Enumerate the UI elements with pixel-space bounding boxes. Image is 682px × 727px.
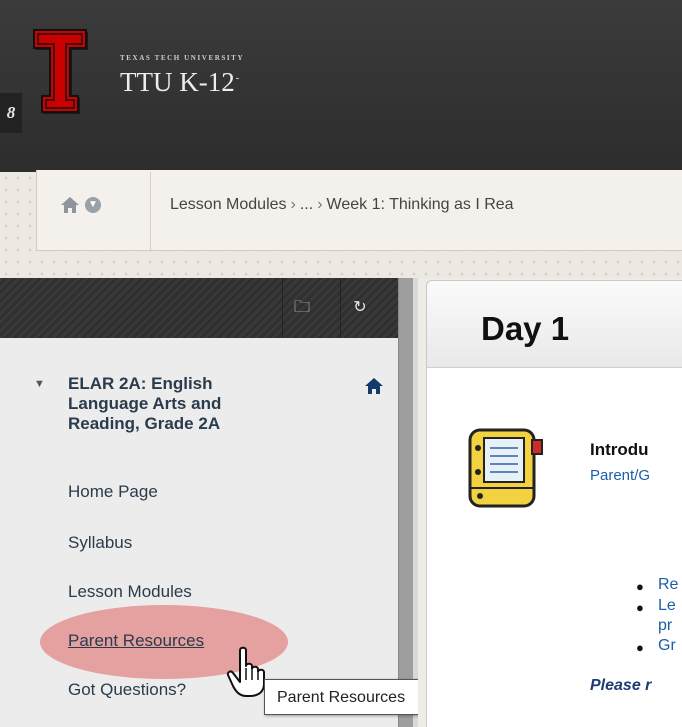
content-item-title[interactable]: Introdu bbox=[590, 440, 649, 460]
breadcrumb-item-ellipsis[interactable]: ... bbox=[300, 196, 313, 213]
quick-links-button[interactable]: 8 bbox=[0, 93, 22, 133]
bullet-text-2-cont[interactable]: pr bbox=[658, 617, 672, 635]
sidebar-toolbar bbox=[0, 278, 398, 338]
logo-university-text: TEXAS TECH UNIVERSITY bbox=[120, 54, 245, 62]
breadcrumb-item-week-1[interactable]: Week 1: Thinking as I Rea bbox=[327, 196, 514, 213]
sidebar-item-syllabus[interactable]: Syllabus bbox=[68, 533, 132, 553]
collapse-triangle-icon[interactable]: ▼ bbox=[34, 378, 45, 390]
breadcrumb-divider bbox=[150, 172, 151, 250]
manage-folder-button[interactable]: 🗀 bbox=[282, 278, 321, 338]
texas-tech-logo-icon[interactable] bbox=[30, 26, 90, 116]
refresh-icon: ↻ bbox=[353, 299, 367, 316]
logo-mark-text: - bbox=[235, 73, 240, 84]
bullet-icon: ● bbox=[636, 640, 644, 655]
bullet-text-1[interactable]: Re bbox=[658, 576, 678, 594]
logo-product-name: TTU K-12- bbox=[120, 64, 239, 97]
chevron-down-icon[interactable]: ▼ bbox=[85, 197, 101, 213]
site-header bbox=[0, 0, 682, 173]
home-icon[interactable] bbox=[60, 196, 80, 214]
sidebar-item-got-questions[interactable]: Got Questions? bbox=[68, 680, 186, 700]
breadcrumb-item-lesson-modules[interactable]: Lesson Modules bbox=[170, 196, 287, 213]
sidebar-item-home-page[interactable]: Home Page bbox=[68, 482, 158, 502]
quick-links-icon: 8 bbox=[6, 103, 16, 122]
page-title: Day 1 bbox=[481, 310, 570, 347]
app-window: TEXAS TECH UNIVERSITY TTU K-12- 8 ▼ Less… bbox=[0, 0, 682, 727]
course-home-icon[interactable] bbox=[364, 376, 384, 396]
bullet-icon: ● bbox=[636, 600, 644, 615]
course-title[interactable]: ELAR 2A: English Language Arts and Readi… bbox=[68, 374, 288, 434]
content-item-link[interactable]: Parent/G bbox=[590, 467, 650, 484]
sidebar-item-parent-resources[interactable]: Parent Resources bbox=[68, 631, 204, 651]
folder-icon: 🗀 bbox=[293, 299, 310, 316]
document-item-icon bbox=[468, 428, 543, 508]
bullet-text-3[interactable]: Gr bbox=[658, 637, 676, 655]
breadcrumb-separator: › bbox=[317, 196, 323, 213]
breadcrumb: Lesson Modules ›... › Week 1: Thinking as I… bbox=[170, 196, 514, 214]
refresh-button[interactable]: ↻ bbox=[340, 278, 379, 338]
logo-name-text: TTU K-12 bbox=[120, 67, 235, 97]
sidebar-splitter[interactable] bbox=[398, 278, 413, 727]
breadcrumb-separator: › bbox=[290, 196, 296, 213]
content-note: Please r bbox=[590, 677, 652, 694]
bullet-text-2[interactable]: Le bbox=[658, 597, 676, 615]
sidebar-item-lesson-modules[interactable]: Lesson Modules bbox=[68, 582, 192, 602]
bullet-icon: ● bbox=[636, 579, 644, 594]
